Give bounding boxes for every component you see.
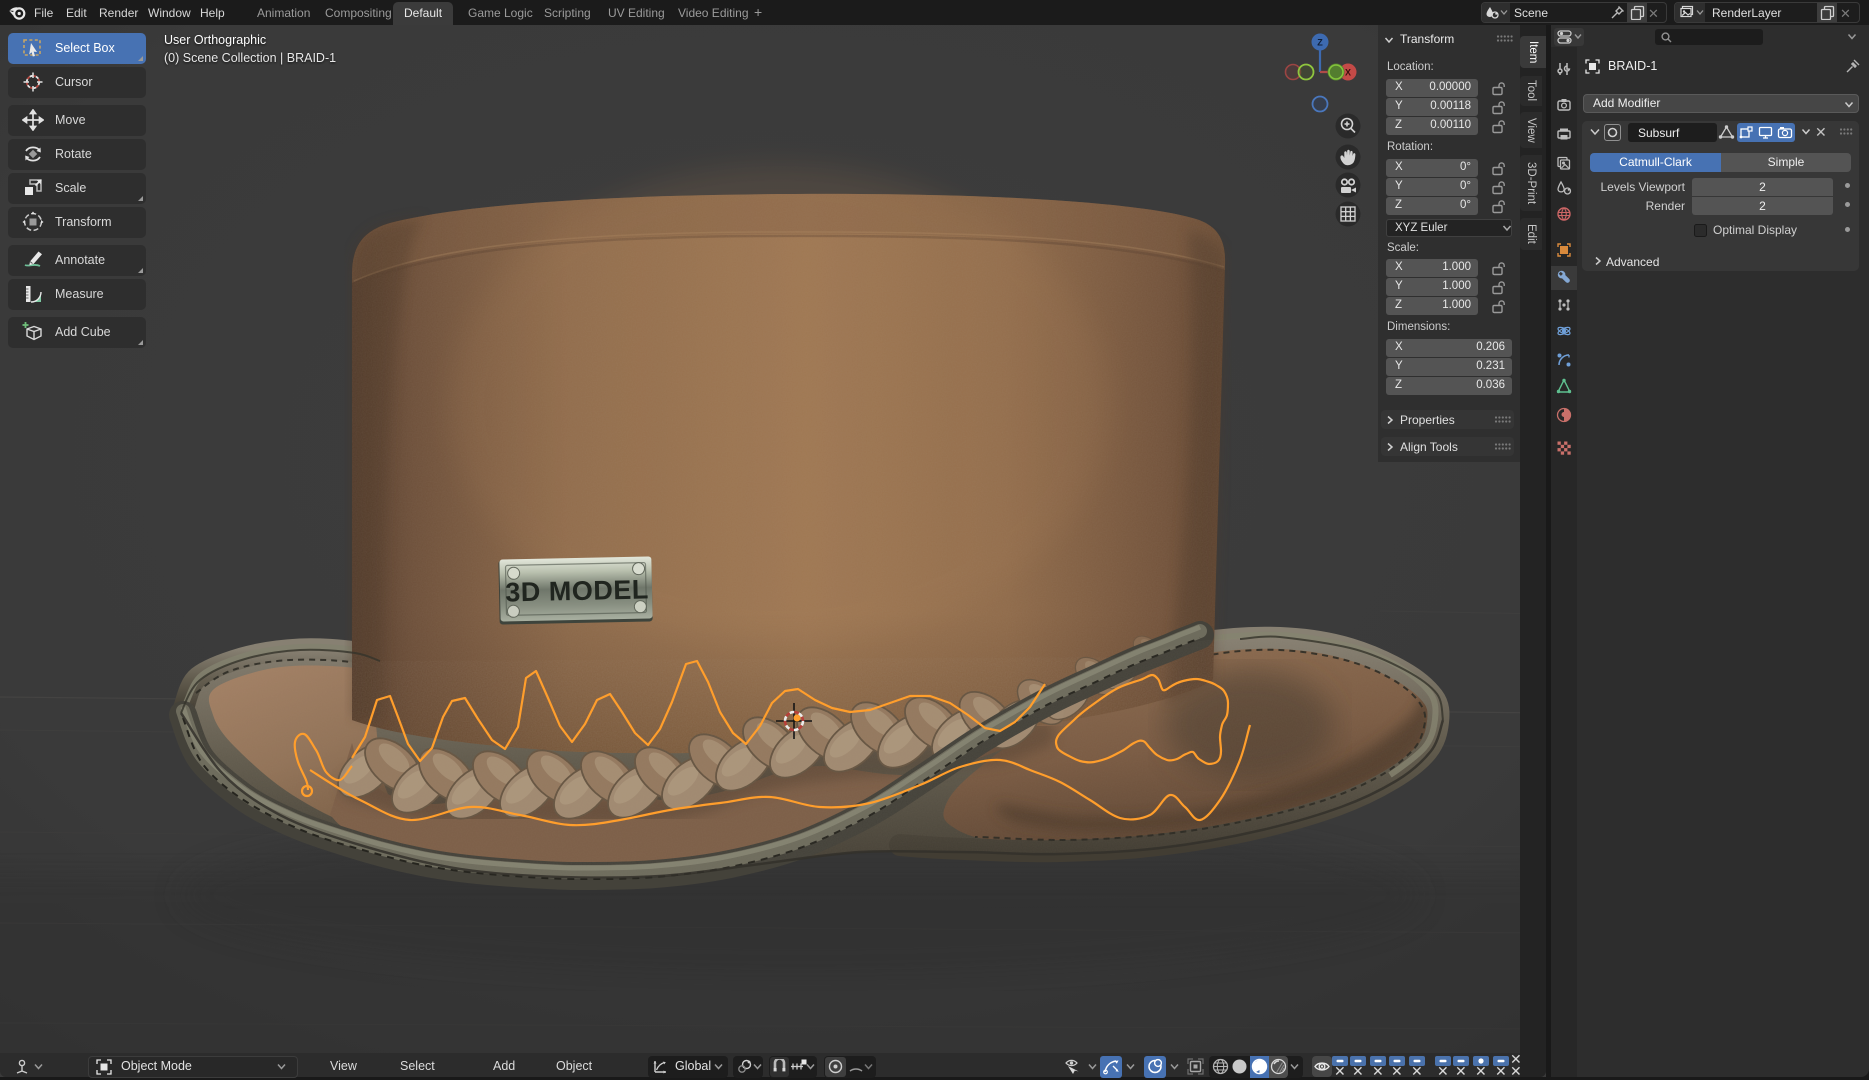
svg-text:X: X — [1345, 68, 1351, 78]
svg-text:Z: Z — [1317, 38, 1323, 48]
svg-text:3D MODEL: 3D MODEL — [505, 574, 649, 607]
